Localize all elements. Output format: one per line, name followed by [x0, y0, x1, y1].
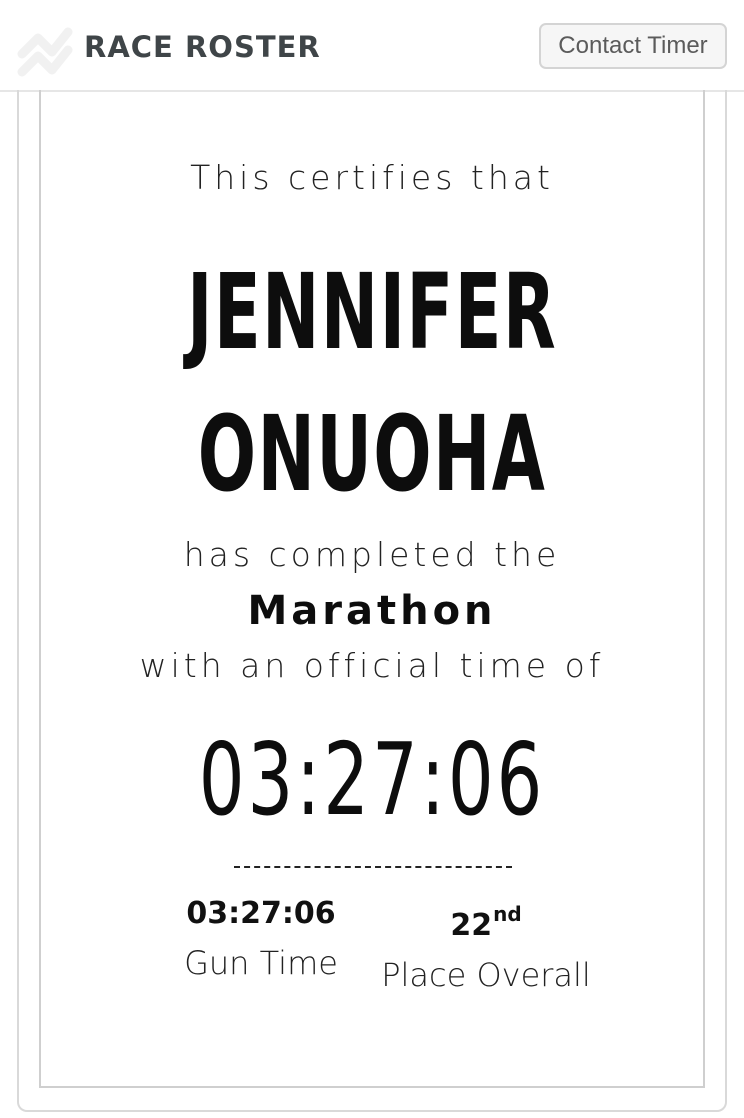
- gun-time-label: Gun Time: [184, 944, 338, 982]
- official-time: 03:27:06: [198, 721, 546, 838]
- runner-last-name: ONUOHA: [197, 393, 547, 515]
- place-value: 22nd: [371, 895, 601, 945]
- runner-first-name: JENNIFER: [186, 251, 558, 373]
- place-overall-label: Place Overall: [381, 956, 591, 994]
- official-time-text: with an official time of: [139, 646, 605, 685]
- gun-time-value: 03:27:06: [186, 896, 336, 931]
- race-roster-logo-icon[interactable]: [16, 18, 74, 78]
- place-overall-stat: 22nd Place Overall: [371, 895, 601, 995]
- finisher-certificate: This certifies that JENNIFER ONUOHA has …: [39, 90, 705, 1088]
- event-name: Marathon: [247, 588, 497, 634]
- place-suffix: nd: [493, 902, 522, 926]
- contact-timer-button[interactable]: Contact Timer: [539, 23, 727, 69]
- certifies-text: This certifies that: [190, 158, 554, 197]
- dashed-divider: [234, 866, 512, 868]
- completed-text: has completed the: [183, 535, 561, 574]
- brand-name[interactable]: RACE ROSTER: [84, 30, 321, 64]
- top-header: RACE ROSTER Contact Timer: [0, 0, 744, 92]
- gun-time-stat: 03:27:06 Gun Time: [171, 895, 351, 983]
- place-number: 22: [450, 908, 493, 943]
